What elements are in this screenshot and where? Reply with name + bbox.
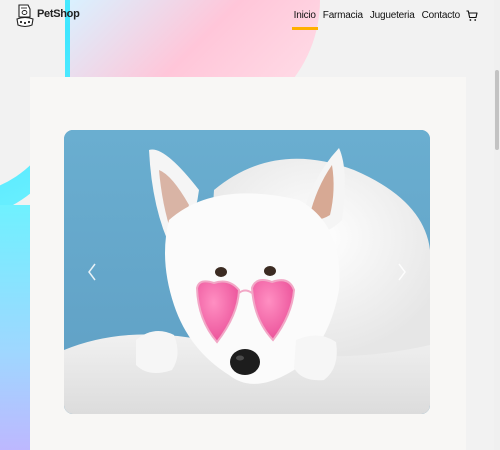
nav-link-jugueteria[interactable]: Jugueteria bbox=[370, 10, 415, 30]
page: PetShop Inicio Farmacia Jugueteria Conta… bbox=[0, 0, 500, 450]
hero-carousel bbox=[64, 130, 430, 414]
nav-link-farmacia[interactable]: Farmacia bbox=[323, 10, 363, 30]
navbar: PetShop Inicio Farmacia Jugueteria Conta… bbox=[0, 0, 500, 34]
nav-link-contacto[interactable]: Contacto bbox=[422, 10, 461, 30]
page-scrollbar[interactable] bbox=[494, 0, 500, 450]
carousel-prev-button[interactable] bbox=[72, 250, 112, 294]
nav-link-inicio[interactable]: Inicio bbox=[291, 10, 318, 30]
chevron-left-icon bbox=[88, 263, 96, 281]
scrollbar-thumb[interactable] bbox=[495, 70, 499, 150]
nav-links: Inicio Farmacia Jugueteria Contacto bbox=[291, 10, 478, 30]
white-dog-pink-heart-sunglasses-image bbox=[64, 130, 430, 414]
carousel-next-button[interactable] bbox=[382, 250, 422, 294]
brand-name: PetShop bbox=[37, 7, 80, 20]
decorative-cyan-strip bbox=[0, 205, 30, 450]
brand-link[interactable]: PetShop bbox=[16, 3, 80, 30]
pet-food-bowl-icon bbox=[16, 4, 34, 28]
shopping-cart-icon[interactable] bbox=[466, 10, 478, 22]
chevron-right-icon bbox=[398, 263, 406, 281]
